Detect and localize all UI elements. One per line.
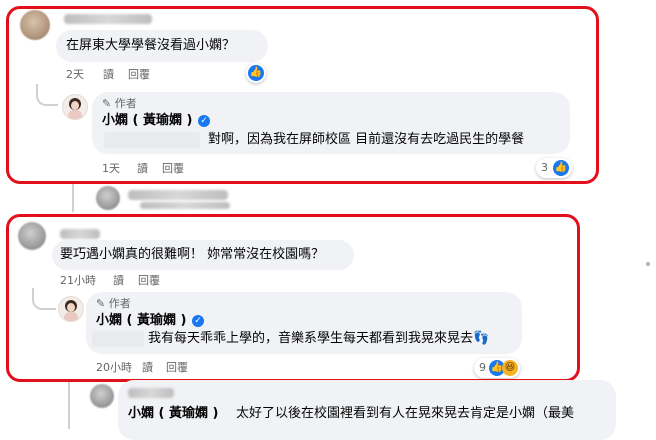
commenter-3-name[interactable] [128, 388, 174, 398]
scroll-indicator[interactable] [646, 262, 650, 266]
reply-3-author-tag[interactable]: 小嫻 ( 黃瑜嫻 ) [128, 406, 218, 422]
highlight-box-1 [6, 6, 599, 184]
reply-3-text: 太好了以後在校園裡看到有人在晃來晃去肯定是小嫻（最美 [236, 406, 575, 421]
avatar-commenter-3[interactable] [90, 384, 114, 408]
thread-line [68, 382, 70, 429]
thread-line [72, 184, 74, 212]
hidden-commenter-name[interactable] [128, 190, 228, 200]
hidden-commenter-text [140, 202, 230, 209]
avatar-hidden-commenter[interactable] [96, 186, 120, 210]
highlight-box-2 [6, 214, 580, 382]
